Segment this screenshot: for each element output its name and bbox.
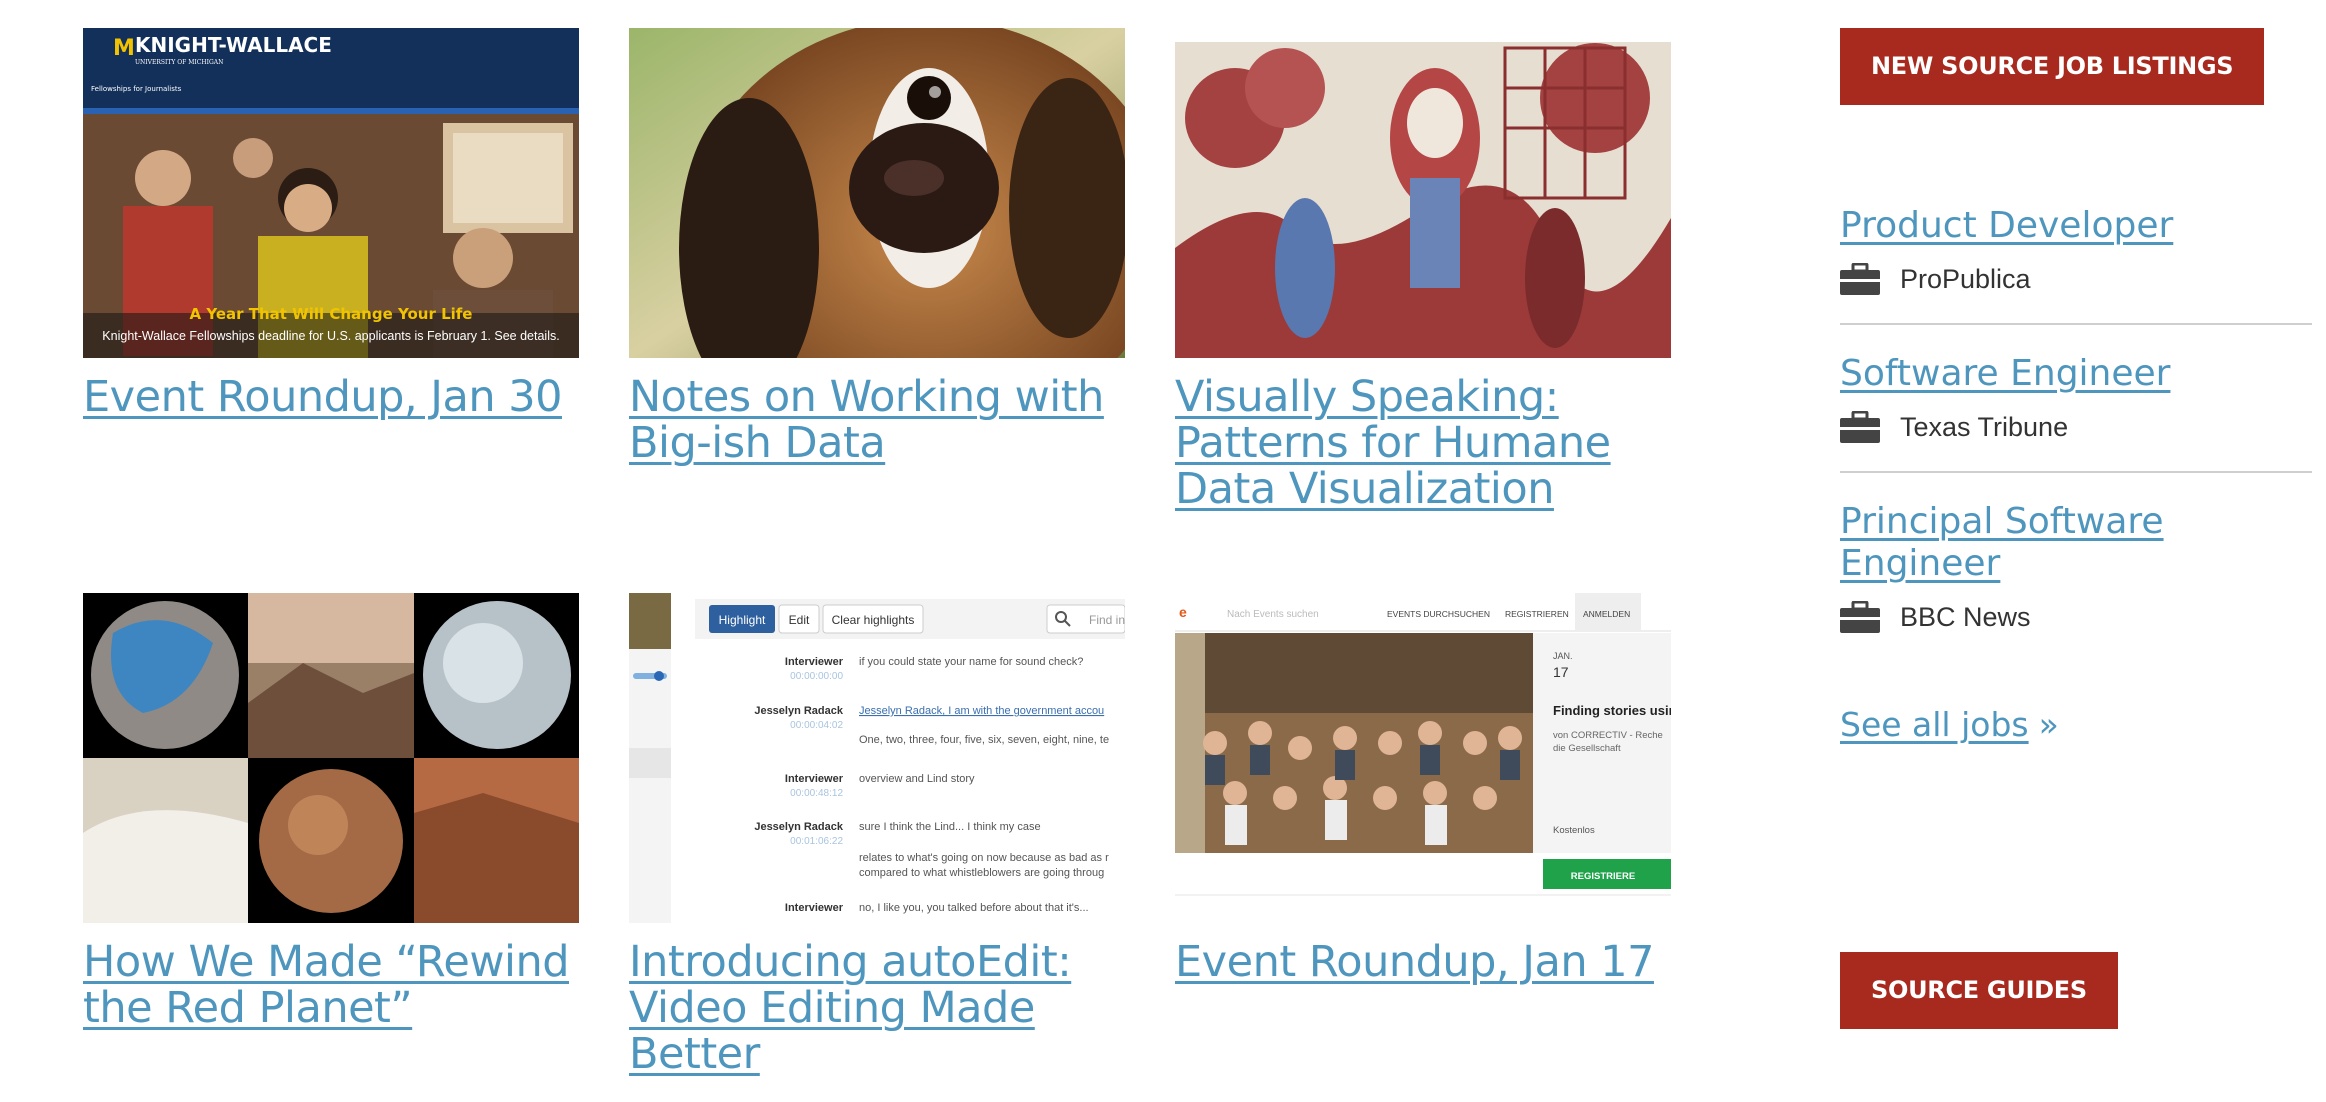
article-card: Notes on Working with Big-ish Data <box>629 28 1125 466</box>
job-org-name: BBC News <box>1900 601 2031 632</box>
svg-text:REGISTRIEREN: REGISTRIEREN <box>1505 609 1569 619</box>
article-card: Highlight Edit Clear highlights Find in … <box>629 593 1125 1077</box>
article-title-link[interactable]: Event Roundup, Jan 30 <box>83 374 579 420</box>
source-guides-button[interactable]: SOURCE GUIDES <box>1840 952 2118 1029</box>
svg-text:JAN.: JAN. <box>1553 651 1573 661</box>
svg-text:REGISTRIERE: REGISTRIERE <box>1571 871 1635 882</box>
svg-text:Interviewer: Interviewer <box>785 902 844 914</box>
thumb-find-placeholder: Find in <box>1089 613 1125 627</box>
svg-text:Interviewer: Interviewer <box>785 773 844 785</box>
svg-text:One, two, three, four, five, s: One, two, three, four, five, six, seven,… <box>859 734 1109 746</box>
article-card: e Nach Events suchen EVENTS DURCHSUCHEN … <box>1175 593 1671 985</box>
job-sidebar: NEW SOURCE JOB LISTINGS Product Develope… <box>1840 28 2312 1029</box>
see-all-arrow: » <box>2038 705 2059 744</box>
svg-text:no, I like you, you talked bef: no, I like you, you talked before about … <box>859 902 1089 914</box>
article-card: How We Made “Rewind the Red Planet” <box>83 593 579 1031</box>
job-item: Product Developer ProPublica <box>1840 201 2312 325</box>
thumb-logo-sub: UNIVERSITY OF MICHIGAN <box>135 59 223 66</box>
article-thumbnail[interactable] <box>83 593 579 923</box>
article-title-link[interactable]: Visually Speaking: Patterns for Humane D… <box>1175 374 1671 512</box>
thumb-headline: A Year That Will Change Your Life <box>190 305 473 323</box>
job-org-name: Texas Tribune <box>1900 411 2069 442</box>
svg-text:00:00:00:00: 00:00:00:00 <box>790 671 843 682</box>
svg-text:Jesselyn Radack, I am with the: Jesselyn Radack, I am with the governmen… <box>859 705 1104 717</box>
article-card: Visually Speaking: Patterns for Humane D… <box>1175 28 1671 512</box>
new-job-listings-button[interactable]: NEW SOURCE JOB LISTINGS <box>1840 28 2265 105</box>
svg-text:Jesselyn Radack: Jesselyn Radack <box>754 821 844 833</box>
svg-text:relates to what's going on now: relates to what's going on now because a… <box>859 852 1109 864</box>
svg-text:Nach Events suchen: Nach Events suchen <box>1227 609 1319 620</box>
svg-text:Interviewer: Interviewer <box>785 656 844 668</box>
see-all-jobs-link[interactable]: See all jobs <box>1840 705 2029 744</box>
svg-text:17: 17 <box>1553 664 1569 680</box>
thumb-highlight-button: Highlight <box>719 613 766 627</box>
thumb-logo-text: KNIGHT-WALLACE <box>135 33 332 57</box>
job-title-link[interactable]: Product Developer <box>1840 205 2312 247</box>
job-list: Product Developer ProPublica Software En… <box>1840 201 2312 661</box>
svg-text:Kostenlos: Kostenlos <box>1553 825 1595 836</box>
svg-text:Jesselyn Radack: Jesselyn Radack <box>754 705 844 717</box>
job-title-link[interactable]: Software Engineer <box>1840 353 2312 395</box>
svg-text:e: e <box>1179 604 1187 620</box>
svg-text:von CORRECTIV - Reche: von CORRECTIV - Reche <box>1553 730 1663 741</box>
job-org: Texas Tribune <box>1840 411 2312 443</box>
job-item: Principal Software Engineer BBC News <box>1840 473 2312 661</box>
thumb-edit-button: Edit <box>789 613 810 627</box>
article-title-link[interactable]: Notes on Working with Big-ish Data <box>629 374 1125 466</box>
svg-text:ANMELDEN: ANMELDEN <box>1583 609 1630 619</box>
svg-text:EVENTS DURCHSUCHEN: EVENTS DURCHSUCHEN <box>1387 609 1490 619</box>
svg-text:overview and Lind story: overview and Lind story <box>859 773 975 785</box>
svg-text:compared to what whistleblower: compared to what whistleblowers are goin… <box>859 867 1104 879</box>
article-title-link[interactable]: Event Roundup, Jan 17 <box>1175 939 1671 985</box>
svg-text:00:00:04:02: 00:00:04:02 <box>790 720 843 731</box>
article-thumbnail[interactable]: e Nach Events suchen EVENTS DURCHSUCHEN … <box>1175 593 1671 923</box>
job-title-link[interactable]: Principal Software Engineer <box>1840 501 2180 585</box>
article-thumbnail[interactable] <box>1175 28 1671 358</box>
briefcase-icon <box>1840 601 1880 633</box>
article-card: M KNIGHT-WALLACE UNIVERSITY OF MICHIGAN … <box>83 28 579 420</box>
svg-text:if you could state your name f: if you could state your name for sound c… <box>859 656 1083 668</box>
svg-text:Finding stories usin: Finding stories usin <box>1553 703 1671 718</box>
job-org: BBC News <box>1840 601 2312 633</box>
svg-text:sure I think the Lind... I thi: sure I think the Lind... I think my case <box>859 821 1041 833</box>
thumb-clear-button: Clear highlights <box>832 613 915 627</box>
job-org-name: ProPublica <box>1900 263 2031 294</box>
article-title-link[interactable]: How We Made “Rewind the Red Planet” <box>83 939 579 1031</box>
briefcase-icon <box>1840 411 1880 443</box>
article-thumbnail[interactable] <box>629 28 1125 358</box>
briefcase-icon <box>1840 263 1880 295</box>
thumb-tag-text: Fellowships for Journalists <box>91 85 182 93</box>
article-thumbnail[interactable]: Highlight Edit Clear highlights Find in … <box>629 593 1125 923</box>
job-org: ProPublica <box>1840 263 2312 295</box>
thumb-caption: Knight-Wallace Fellowships deadline for … <box>102 329 559 343</box>
job-item: Software Engineer Texas Tribune <box>1840 325 2312 473</box>
see-all-jobs: See all jobs» <box>1840 705 2312 744</box>
svg-text:00:00:48:12: 00:00:48:12 <box>790 788 843 799</box>
svg-text:die Gesellschaft: die Gesellschaft <box>1553 743 1621 754</box>
article-title-link[interactable]: Introducing autoEdit: Video Editing Made… <box>629 939 1125 1077</box>
svg-text:00:01:06:22: 00:01:06:22 <box>790 836 843 847</box>
svg-text:M: M <box>113 36 135 61</box>
article-thumbnail[interactable]: M KNIGHT-WALLACE UNIVERSITY OF MICHIGAN … <box>83 28 579 358</box>
